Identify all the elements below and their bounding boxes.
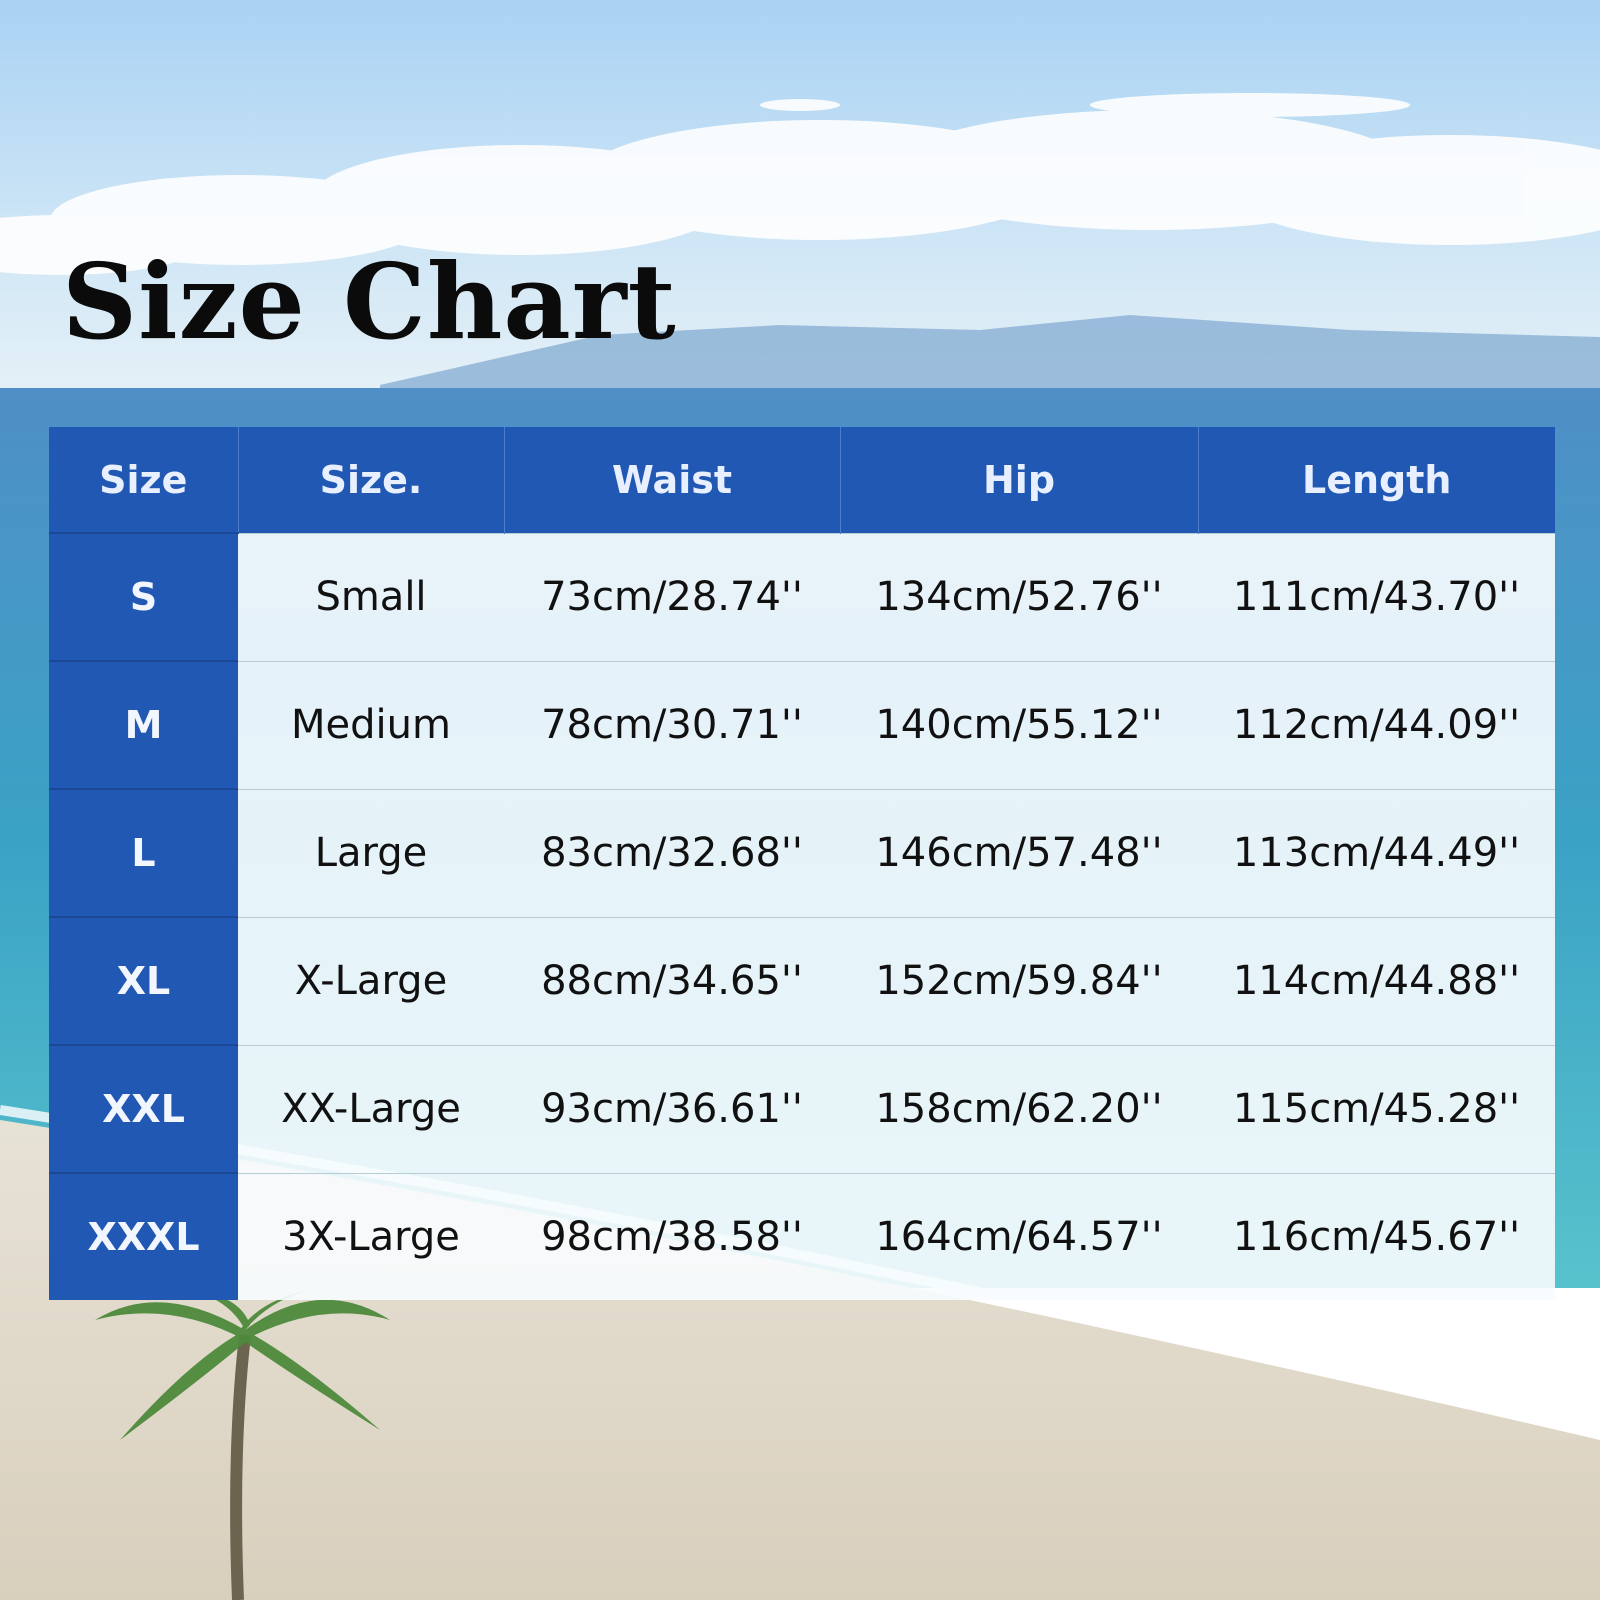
table-header-row: Size Size. Waist Hip Length xyxy=(49,427,1555,533)
cell-size: XXL xyxy=(49,1044,238,1173)
cell-length: 114cm/44.88'' xyxy=(1198,916,1555,1045)
cell-length: 115cm/45.28'' xyxy=(1198,1044,1555,1173)
cell-size-name: Large xyxy=(238,788,504,917)
cell-waist: 88cm/34.65'' xyxy=(504,916,840,1045)
cell-hip: 158cm/62.20'' xyxy=(840,1044,1198,1173)
cell-size-name: X-Large xyxy=(238,916,504,1045)
cell-size: XXXL xyxy=(49,1172,238,1300)
cell-size: M xyxy=(49,660,238,789)
column-header-waist: Waist xyxy=(503,427,840,533)
cell-hip: 140cm/55.12'' xyxy=(840,660,1198,789)
cell-size-name: XX-Large xyxy=(238,1044,504,1173)
page-title: Size Chart xyxy=(62,240,677,363)
cell-size: XL xyxy=(49,916,238,1045)
table-row: M Medium 78cm/30.71'' 140cm/55.12'' 112c… xyxy=(49,660,1555,789)
cell-size: L xyxy=(49,788,238,917)
cell-size-name: Small xyxy=(238,532,504,661)
cell-waist: 73cm/28.74'' xyxy=(504,532,840,661)
cell-hip: 164cm/64.57'' xyxy=(840,1172,1198,1300)
column-header-size-name: Size. xyxy=(237,427,504,533)
cell-length: 111cm/43.70'' xyxy=(1198,532,1555,661)
cell-hip: 146cm/57.48'' xyxy=(840,788,1198,917)
cell-length: 116cm/45.67'' xyxy=(1198,1172,1555,1300)
cell-size-name: Medium xyxy=(238,660,504,789)
cell-hip: 134cm/52.76'' xyxy=(840,532,1198,661)
cell-length: 113cm/44.49'' xyxy=(1198,788,1555,917)
size-table-container: Size Size. Waist Hip Length S Small 73cm… xyxy=(49,427,1555,1300)
table-row: S Small 73cm/28.74'' 134cm/52.76'' 111cm… xyxy=(49,532,1555,661)
column-header-hip: Hip xyxy=(839,427,1198,533)
table-row: XL X-Large 88cm/34.65'' 152cm/59.84'' 11… xyxy=(49,916,1555,1045)
cell-size: S xyxy=(49,532,238,661)
size-table: Size Size. Waist Hip Length S Small 73cm… xyxy=(49,427,1555,1300)
cell-waist: 78cm/30.71'' xyxy=(504,660,840,789)
table-row: L Large 83cm/32.68'' 146cm/57.48'' 113cm… xyxy=(49,788,1555,917)
cell-waist: 93cm/36.61'' xyxy=(504,1044,840,1173)
table-row: XXL XX-Large 93cm/36.61'' 158cm/62.20'' … xyxy=(49,1044,1555,1173)
table-row: XXXL 3X-Large 98cm/38.58'' 164cm/64.57''… xyxy=(49,1172,1555,1300)
cell-waist: 83cm/32.68'' xyxy=(504,788,840,917)
cell-length: 112cm/44.09'' xyxy=(1198,660,1555,789)
cell-waist: 98cm/38.58'' xyxy=(504,1172,840,1300)
column-header-length: Length xyxy=(1197,427,1555,533)
cell-size-name: 3X-Large xyxy=(238,1172,504,1300)
cell-hip: 152cm/59.84'' xyxy=(840,916,1198,1045)
column-header-size: Size xyxy=(49,427,238,533)
